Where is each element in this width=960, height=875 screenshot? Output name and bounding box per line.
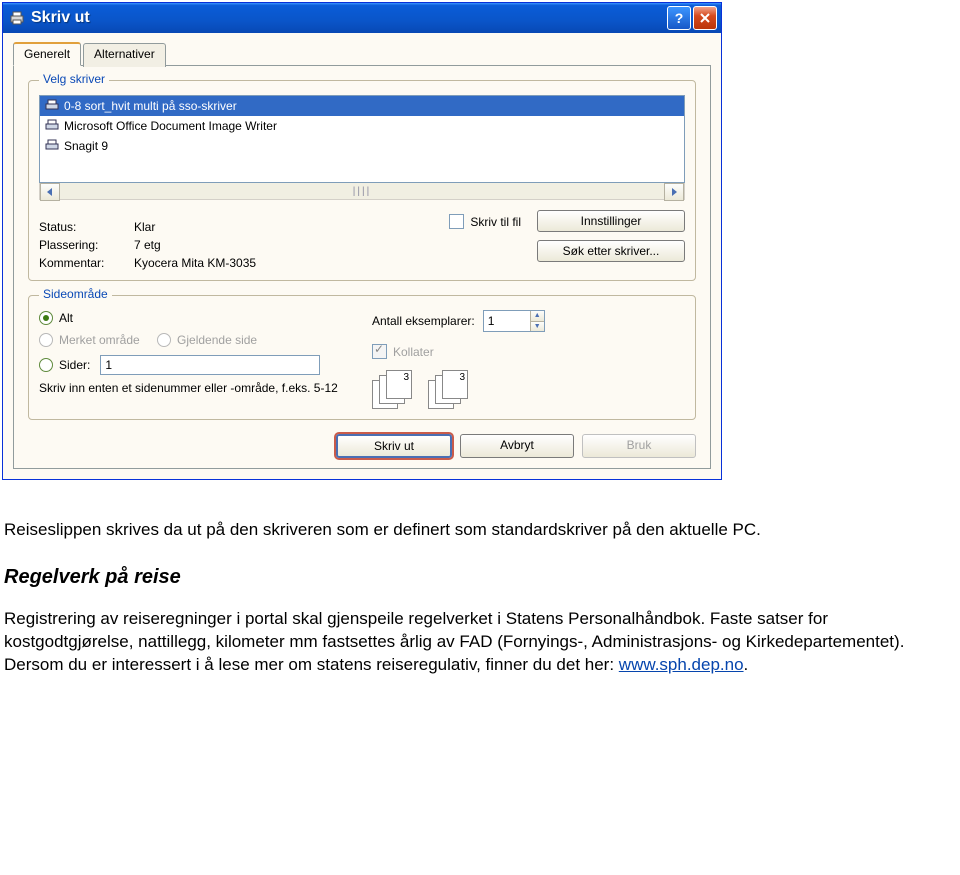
paragraph-text: Registrering av reiseregninger i portal … — [4, 609, 904, 674]
radio-pages-label: Sider: — [59, 358, 90, 372]
location-label: Plassering: — [39, 238, 134, 252]
settings-button[interactable]: Innstillinger — [537, 210, 685, 232]
status-label: Status: — [39, 220, 134, 234]
document-body: Reiseslippen skrives da ut på den skrive… — [0, 480, 954, 677]
radio-all-label: Alt — [59, 311, 73, 325]
radio-selection: Merket område — [39, 333, 140, 347]
printer-item[interactable]: Snagit 9 — [40, 136, 684, 156]
print-button[interactable]: Skriv ut — [336, 434, 452, 458]
pages-hint: Skriv inn enten et sidenummer eller -omr… — [39, 381, 339, 395]
radio-pages[interactable]: Sider: — [39, 358, 90, 372]
printer-title-icon — [9, 10, 25, 26]
printer-icon — [44, 98, 60, 114]
comment-label: Kommentar: — [39, 256, 134, 270]
copies-input[interactable] — [484, 311, 530, 331]
apply-button: Bruk — [582, 434, 696, 458]
copies-spinner[interactable]: ▲ ▼ — [483, 310, 545, 332]
copies-label: Antall eksemplarer: — [372, 314, 475, 328]
spin-down-icon[interactable]: ▼ — [530, 322, 544, 332]
collate-label: Kollater — [393, 345, 434, 359]
titlebar[interactable]: Skriv ut ? — [3, 3, 721, 33]
print-to-file-checkbox[interactable]: Skriv til fil — [449, 214, 521, 229]
comment-value: Kyocera Mita KM-3035 — [134, 256, 439, 270]
section-heading: Regelverk på reise — [4, 564, 934, 591]
printer-label: Microsoft Office Document Image Writer — [64, 119, 277, 133]
scroll-left-button[interactable] — [40, 183, 60, 201]
scroll-right-button[interactable] — [664, 183, 684, 201]
paragraph-text: . — [744, 655, 749, 674]
paragraph: Reiseslippen skrives da ut på den skrive… — [4, 519, 934, 542]
tab-panel-general: Velg skriver 0-8 sort_hvit multi på sso-… — [13, 65, 711, 469]
page-range-title: Sideområde — [39, 287, 112, 301]
printer-icon — [44, 118, 60, 134]
spin-up-icon[interactable]: ▲ — [530, 311, 544, 322]
printer-label: Snagit 9 — [64, 139, 108, 153]
printer-group-title: Velg skriver — [39, 72, 109, 86]
radio-all[interactable]: Alt — [39, 311, 73, 325]
printer-item[interactable]: 0-8 sort_hvit multi på sso-skriver — [40, 96, 684, 116]
printer-label: 0-8 sort_hvit multi på sso-skriver — [64, 99, 237, 113]
radio-current-page: Gjeldende side — [157, 333, 257, 347]
radio-current-page-label: Gjeldende side — [177, 333, 257, 347]
location-value: 7 etg — [134, 238, 439, 252]
printer-list-scrollbar[interactable]: |||| — [39, 183, 685, 200]
page-range-group: Sideområde Alt — [28, 295, 696, 420]
tab-alternatives[interactable]: Alternativer — [83, 43, 166, 67]
print-to-file-label: Skriv til fil — [470, 215, 521, 229]
collate-illustration: 1 2 3 1 2 3 — [372, 370, 464, 406]
window-title: Skriv ut — [31, 9, 667, 27]
pages-input[interactable] — [100, 355, 320, 375]
collate-checkbox: Kollater — [372, 344, 434, 359]
collate-page-icon: 3 — [386, 370, 412, 399]
print-dialog: Skriv ut ? Generelt Alternativer Velg sk… — [2, 2, 722, 480]
collate-page-icon: 3 — [442, 370, 468, 399]
close-button[interactable] — [693, 6, 717, 30]
status-value: Klar — [134, 220, 439, 234]
radio-selection-label: Merket område — [59, 333, 140, 347]
printer-group: Velg skriver 0-8 sort_hvit multi på sso-… — [28, 80, 696, 281]
paragraph: Registrering av reiseregninger i portal … — [4, 608, 934, 677]
regulation-link[interactable]: www.sph.dep.no — [619, 655, 744, 674]
find-printer-button[interactable]: Søk etter skriver... — [537, 240, 685, 262]
cancel-button[interactable]: Avbryt — [460, 434, 574, 458]
printer-item[interactable]: Microsoft Office Document Image Writer — [40, 116, 684, 136]
scroll-track[interactable]: |||| — [60, 183, 664, 199]
tab-general[interactable]: Generelt — [13, 42, 81, 66]
printer-list[interactable]: 0-8 sort_hvit multi på sso-skriver Micro… — [39, 95, 685, 183]
printer-icon — [44, 138, 60, 154]
help-button[interactable]: ? — [667, 6, 691, 30]
